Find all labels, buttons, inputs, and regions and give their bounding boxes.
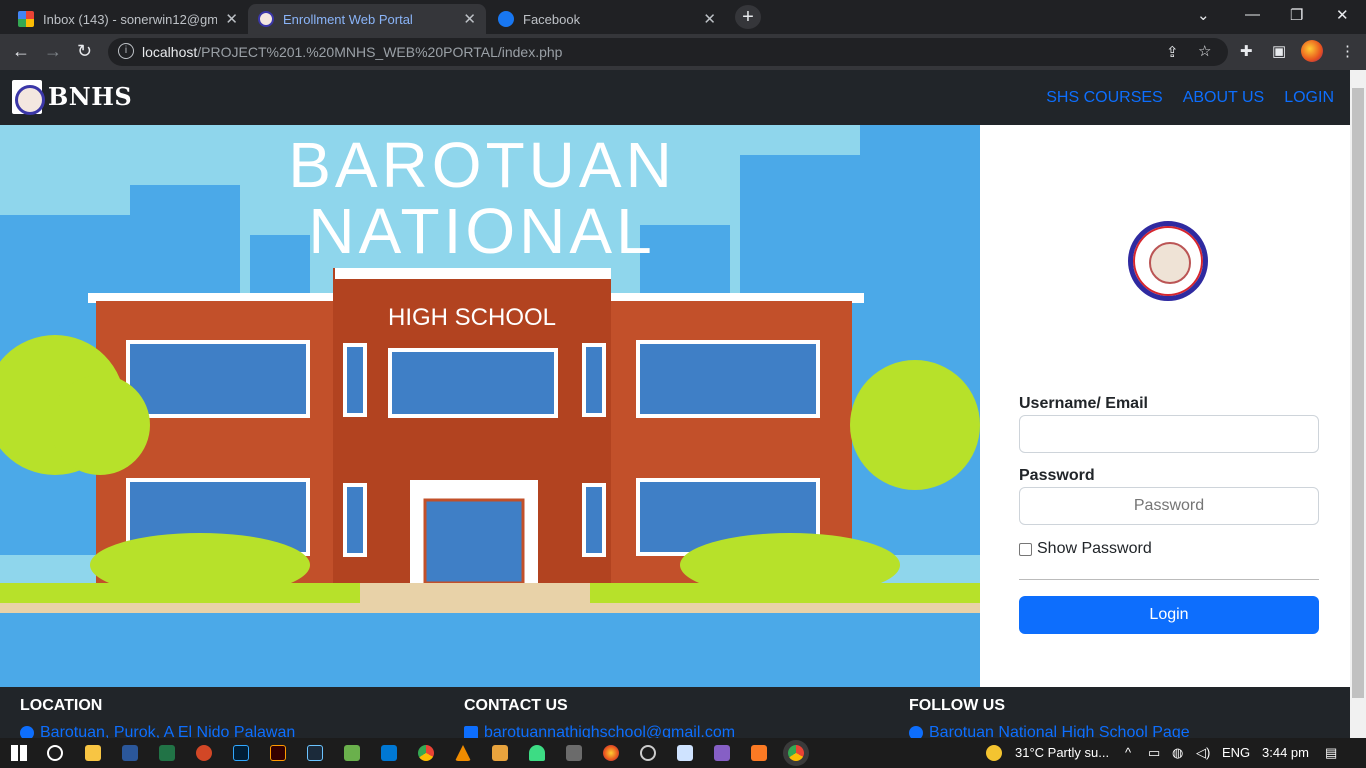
- minimize-icon[interactable]: —: [1245, 6, 1260, 23]
- tab-enrollment-portal[interactable]: Enrollment Web Portal ✕: [248, 4, 486, 34]
- tab-facebook[interactable]: Facebook ✕: [488, 4, 726, 34]
- show-password-checkbox[interactable]: [1019, 542, 1032, 556]
- tab-gmail[interactable]: Inbox (143) - sonerwin12@gmail ✕: [8, 4, 248, 34]
- illustrator-icon[interactable]: [270, 745, 286, 761]
- side-panel-icon[interactable]: ▣: [1272, 42, 1286, 60]
- gmail-icon: [18, 11, 34, 27]
- school-building-illustration: BAROTUAN NATIONAL HIGH SCHOOL: [0, 125, 980, 687]
- site-footer: LOCATION Barotuan, Purok, A El Nido Pala…: [0, 687, 1350, 738]
- site-info-icon[interactable]: i: [118, 43, 134, 59]
- search-icon[interactable]: [47, 745, 63, 761]
- android-studio-icon[interactable]: [529, 745, 545, 761]
- visual-studio-icon[interactable]: [714, 745, 730, 761]
- follow-heading: FOLLOW US: [909, 697, 1005, 714]
- username-label: Username/ Email: [1019, 395, 1148, 412]
- facebook-icon: [498, 11, 514, 27]
- footer-contact: CONTACT US barotuannathighschool@gmail.c…: [464, 697, 735, 738]
- file-explorer-icon[interactable]: [85, 745, 101, 761]
- new-tab-button[interactable]: +: [735, 5, 761, 29]
- app-icon[interactable]: [344, 745, 360, 761]
- volume-icon[interactable]: ◁): [1196, 745, 1210, 761]
- footer-location: LOCATION Barotuan, Purok, A El Nido Pala…: [20, 697, 295, 738]
- firefox-icon[interactable]: [603, 745, 619, 761]
- menu-icon[interactable]: ⋮: [1340, 42, 1355, 60]
- username-input[interactable]: [1019, 415, 1319, 453]
- hero-title-line2: NATIONAL: [308, 195, 655, 267]
- vscode-icon[interactable]: [381, 745, 397, 761]
- close-tab-icon[interactable]: ✕: [225, 10, 238, 28]
- browser-tab-strip: Inbox (143) - sonerwin12@gmail ✕ Enrollm…: [0, 0, 1366, 34]
- back-icon[interactable]: ←: [12, 41, 30, 62]
- excel-icon[interactable]: [159, 745, 175, 761]
- network-icon[interactable]: ◍: [1172, 745, 1183, 761]
- web-page: BNHS SHS COURSES ABOUT US LOGIN BAROTUAN…: [0, 70, 1350, 738]
- extensions-icon[interactable]: ✚: [1240, 42, 1253, 60]
- restore-icon[interactable]: ❐: [1290, 6, 1303, 24]
- site-navbar: BNHS SHS COURSES ABOUT US LOGIN: [0, 70, 1350, 125]
- footer-follow: FOLLOW US Barotuan National High School …: [909, 697, 1190, 738]
- obs-icon[interactable]: [640, 745, 656, 761]
- windows-taskbar: 31°C Partly su... ^ ▭ ◍ ◁) ENG 3:44 pm ▤: [0, 738, 1366, 768]
- nav-links: SHS COURSES ABOUT US LOGIN: [1046, 89, 1334, 107]
- nav-link-about-us[interactable]: ABOUT US: [1183, 89, 1265, 107]
- windows-start-icon[interactable]: [11, 745, 27, 761]
- vlc-icon[interactable]: [455, 745, 471, 761]
- password-label: Password: [1019, 467, 1095, 484]
- bookmark-star-icon[interactable]: ☆: [1198, 42, 1211, 60]
- map-pin-icon: [20, 726, 34, 738]
- address-bar[interactable]: i localhost/PROJECT%201.%20MNHS_WEB%20PO…: [108, 38, 1228, 66]
- close-tab-icon[interactable]: ✕: [703, 10, 716, 28]
- photoshop-icon[interactable]: [233, 745, 249, 761]
- tray-overflow-icon[interactable]: ^: [1125, 745, 1131, 760]
- show-password-toggle[interactable]: Show Password: [1019, 540, 1152, 558]
- hero-building-sign: HIGH SCHOOL: [388, 304, 556, 331]
- school-seal-logo: [1128, 221, 1208, 301]
- school-seal-icon: [258, 11, 274, 27]
- reload-icon[interactable]: ↻: [77, 41, 92, 62]
- location-link[interactable]: Barotuan, Purok, A El Nido Palawan: [20, 724, 295, 738]
- login-button[interactable]: Login: [1019, 596, 1319, 634]
- tab-search-icon[interactable]: ⌄: [1197, 6, 1210, 24]
- virtualbox-icon[interactable]: [677, 745, 693, 761]
- facebook-page-link[interactable]: Barotuan National High School Page: [909, 724, 1190, 738]
- password-input[interactable]: [1019, 487, 1319, 525]
- chrome-icon[interactable]: [418, 745, 434, 761]
- close-tab-icon[interactable]: ✕: [463, 10, 476, 28]
- browser-toolbar: ← → ↻ i localhost/PROJECT%201.%20MNHS_WE…: [0, 34, 1366, 70]
- school-logo[interactable]: [12, 80, 45, 115]
- facebook-icon: [909, 726, 923, 738]
- weather-icon[interactable]: [986, 745, 1002, 761]
- chrome-active-icon[interactable]: [788, 745, 804, 761]
- contact-email-link[interactable]: barotuannathighschool@gmail.com: [464, 724, 735, 738]
- url-text: localhost/PROJECT%201.%20MNHS_WEB%20PORT…: [142, 44, 563, 60]
- page-scrollbar[interactable]: [1350, 70, 1366, 738]
- xampp-icon[interactable]: [751, 745, 767, 761]
- language-indicator[interactable]: ENG: [1222, 745, 1250, 760]
- forward-icon[interactable]: →: [44, 41, 62, 62]
- battery-icon[interactable]: ▭: [1148, 745, 1160, 761]
- notification-icon[interactable]: ▤: [1325, 745, 1337, 761]
- divider: [1019, 579, 1319, 580]
- show-password-label: Show Password: [1037, 540, 1152, 557]
- envelope-icon: [464, 726, 478, 738]
- weather-text[interactable]: 31°C Partly su...: [1015, 745, 1109, 760]
- hero-title-line1: BAROTUAN: [288, 129, 676, 201]
- close-window-icon[interactable]: ✕: [1336, 6, 1349, 24]
- scrollbar-thumb[interactable]: [1352, 88, 1364, 698]
- brand-name[interactable]: BNHS: [48, 82, 132, 111]
- share-icon[interactable]: ⇪: [1166, 43, 1179, 61]
- login-panel: Username/ Email Password Show Password L…: [980, 125, 1350, 687]
- contact-heading: CONTACT US: [464, 697, 568, 714]
- nav-link-login[interactable]: LOGIN: [1284, 89, 1334, 107]
- location-heading: LOCATION: [20, 697, 103, 714]
- powerpoint-icon[interactable]: [196, 745, 212, 761]
- profile-avatar[interactable]: [1301, 40, 1323, 62]
- visio-icon[interactable]: [307, 745, 323, 761]
- hero-banner: BAROTUAN NATIONAL HIGH SCHOOL: [0, 125, 980, 687]
- clock[interactable]: 3:44 pm: [1262, 745, 1309, 760]
- word-icon[interactable]: [122, 745, 138, 761]
- sublime-icon[interactable]: [492, 745, 508, 761]
- app-icon-2[interactable]: [566, 745, 582, 761]
- nav-link-shs-courses[interactable]: SHS COURSES: [1046, 89, 1162, 107]
